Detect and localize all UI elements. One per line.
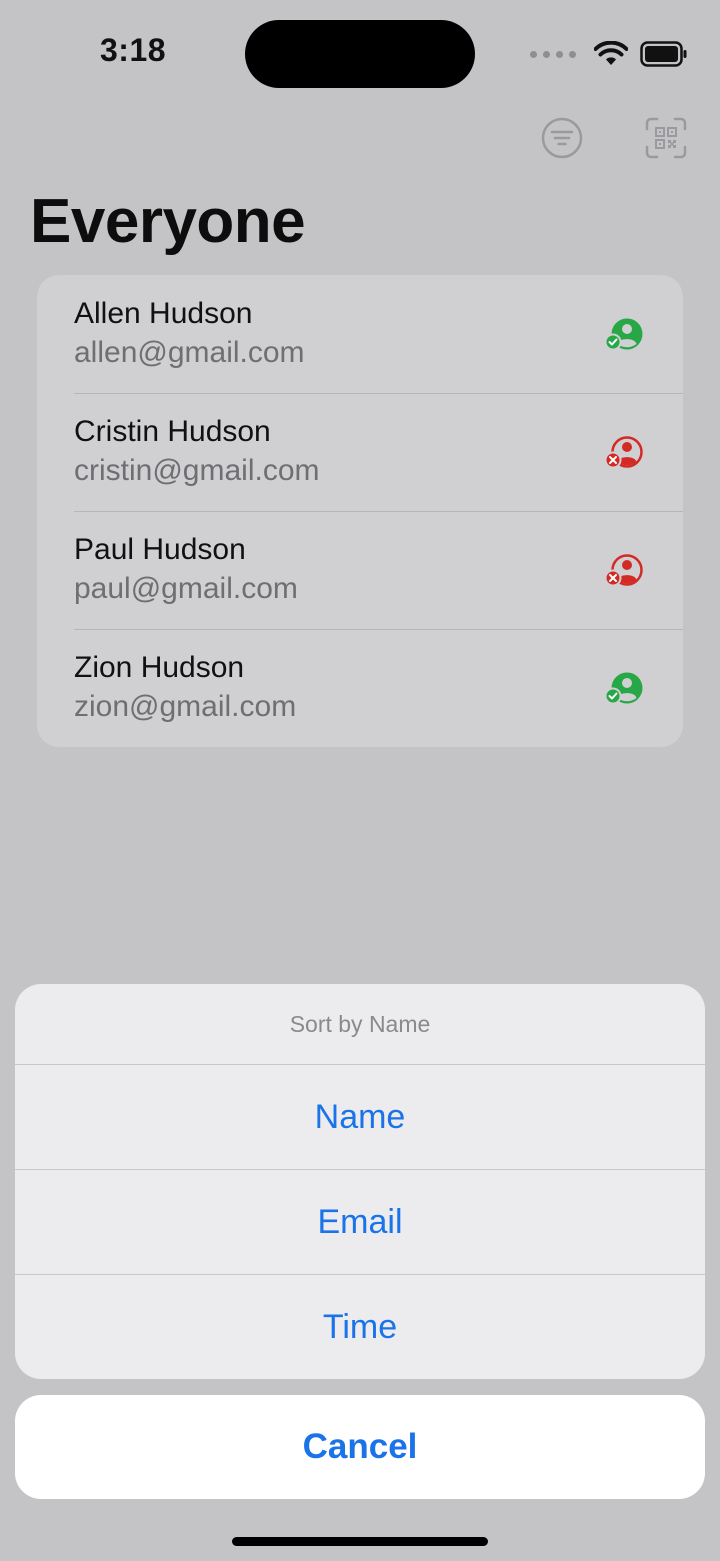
user-rejected-icon <box>605 436 643 469</box>
qr-scan-icon <box>645 117 687 159</box>
status-icons <box>530 36 688 72</box>
battery-icon <box>640 41 687 67</box>
contact-row[interactable]: Zion Hudson zion@gmail.com <box>37 629 683 747</box>
action-sheet-title: Sort by Name <box>15 984 705 1065</box>
contact-email: zion@gmail.com <box>74 690 297 723</box>
contact-email: cristin@gmail.com <box>74 454 320 487</box>
contact-name: Allen Hudson <box>74 297 253 330</box>
user-verified-icon <box>605 318 643 351</box>
contact-name: Zion Hudson <box>74 651 245 684</box>
contact-row[interactable]: Allen Hudson allen@gmail.com <box>37 275 683 393</box>
sort-by-email-button[interactable]: Email <box>15 1169 705 1274</box>
cellular-signal-icon <box>530 50 576 58</box>
contact-row[interactable]: Paul Hudson paul@gmail.com <box>37 511 683 629</box>
sort-action-sheet: Sort by Name Name Email Time <box>15 984 705 1379</box>
contact-email: paul@gmail.com <box>74 572 298 605</box>
qr-scan-button[interactable] <box>644 116 688 160</box>
contact-name: Paul Hudson <box>74 533 246 566</box>
status-bar: 3:18 <box>0 0 720 110</box>
filter-icon <box>541 117 583 159</box>
contact-email: allen@gmail.com <box>74 336 305 369</box>
cancel-button[interactable]: Cancel <box>15 1395 705 1499</box>
contact-row[interactable]: Cristin Hudson cristin@gmail.com <box>37 393 683 511</box>
sort-by-name-button[interactable]: Name <box>15 1065 705 1169</box>
status-time: 3:18 <box>100 32 167 68</box>
page-title: Everyone <box>30 187 306 256</box>
wifi-icon <box>594 41 628 65</box>
filter-button[interactable] <box>540 116 584 160</box>
user-rejected-icon <box>605 554 643 587</box>
user-verified-icon <box>605 672 643 705</box>
contact-list: Allen Hudson allen@gmail.com Cristin Hud… <box>37 275 683 747</box>
sort-by-time-button[interactable]: Time <box>15 1274 705 1379</box>
nav-actions <box>540 116 688 160</box>
home-indicator[interactable] <box>232 1537 488 1546</box>
contact-name: Cristin Hudson <box>74 415 271 448</box>
dynamic-island <box>245 20 475 88</box>
